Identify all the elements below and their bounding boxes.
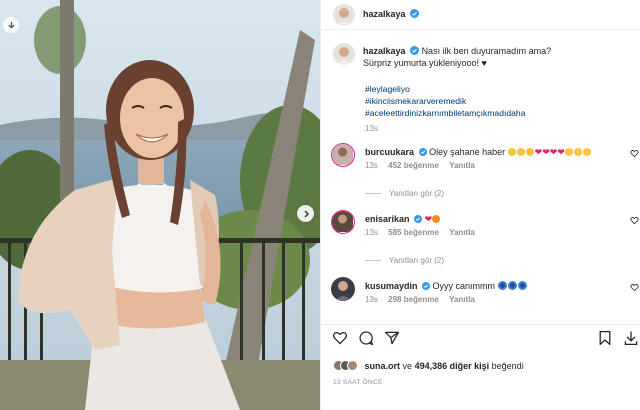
- view-replies-link[interactable]: Yanıtları gör (2): [365, 189, 444, 198]
- emoji-group: ❤❤❤❤: [507, 147, 592, 157]
- replies-divider: [365, 260, 381, 262]
- comment-item: enisarikan ❤ 13s 585 beğenme Yanıtla Yan…: [331, 210, 640, 270]
- reply-button[interactable]: Yanıtla: [449, 295, 475, 304]
- verified-badge-icon: [418, 148, 427, 156]
- comment-item: burcuukara Oley şahane haber ❤❤❤❤ 13s 45…: [331, 143, 640, 203]
- view-replies-label[interactable]: Yanıtları gör (2): [389, 256, 444, 265]
- author-name-header[interactable]: hazalkaya: [363, 9, 420, 19]
- download-button[interactable]: [3, 17, 19, 33]
- comment-likes[interactable]: 452 beğenme: [388, 161, 439, 170]
- reply-button[interactable]: Yanıtla: [449, 228, 475, 237]
- caption-line-2: Sürpriz yumurta yükleniyooo! ♥: [363, 58, 487, 68]
- smile-emoji-icon: [564, 148, 573, 156]
- post-timestamp[interactable]: 13 SAAT ÖNCE: [333, 379, 383, 386]
- first-liker[interactable]: suna.ort: [365, 361, 401, 371]
- liker-avatar[interactable]: [347, 360, 358, 371]
- comment-item: kusumaydin Oyyy canımmm 13s 298 beğenme …: [331, 277, 640, 311]
- comment-username[interactable]: enisarikan: [365, 214, 410, 224]
- comment-time[interactable]: 13s: [365, 228, 378, 237]
- hashtag-list: #leylageliyo #ikinciismekararveremedik #…: [365, 83, 526, 119]
- comment-meta: 13s 452 beğenme Yanıtla: [365, 161, 483, 170]
- comment-text: enisarikan ❤: [365, 214, 441, 225]
- caption-avatar[interactable]: [333, 43, 355, 65]
- comment-time[interactable]: 13s: [365, 161, 378, 170]
- caption-text: hazalkaya Nası ilk ben duyuramadım ama? …: [363, 45, 623, 69]
- comment-likes[interactable]: 298 beğenme: [388, 295, 439, 304]
- comment-text: kusumaydin Oyyy canımmm: [365, 281, 528, 291]
- view-replies-label[interactable]: Yanıtları gör (2): [389, 189, 444, 198]
- smile-emoji-icon: [573, 148, 582, 156]
- smile-emoji-icon: [582, 148, 591, 156]
- author-avatar[interactable]: [333, 4, 355, 26]
- hashtag-link[interactable]: #ikinciismekararveremedik: [365, 95, 526, 107]
- heart-emoji-icon: ❤: [542, 147, 550, 157]
- replies-divider: [365, 193, 381, 195]
- post-photo: [0, 0, 320, 410]
- post-details-panel: hazalkaya hazalkaya Nası ilk ben duyuram…: [320, 0, 640, 410]
- comment-icon[interactable]: [358, 330, 374, 346]
- comment-username[interactable]: burcuukara: [365, 147, 414, 157]
- comment-likes[interactable]: 585 beğenme: [388, 228, 439, 237]
- comment-body: Oyyy canımmm: [432, 281, 496, 291]
- chevron-right-icon: [304, 210, 309, 217]
- verified-badge-icon: [410, 9, 420, 18]
- comment-avatar[interactable]: [331, 277, 355, 301]
- hashtag-link[interactable]: #leylageliyo: [365, 83, 526, 95]
- download-icon: [7, 21, 15, 29]
- heart-icon[interactable]: [630, 216, 639, 225]
- smile-emoji-icon: [432, 215, 441, 223]
- nazar-emoji-icon: [507, 281, 517, 290]
- comment-avatar[interactable]: [331, 210, 355, 234]
- hashtag-link[interactable]: #aceleettirdinizkarnımbiletamçıkmadıdaha: [365, 107, 526, 119]
- comment-meta: 13s 298 beğenme Yanıtla: [365, 295, 483, 304]
- verified-badge-icon: [410, 46, 420, 55]
- comment-body: Oley şahane haber: [429, 147, 506, 157]
- comment-avatar[interactable]: [331, 143, 355, 167]
- heart-icon[interactable]: [630, 149, 639, 158]
- comment-meta: 13s 585 beğenme Yanıtla: [365, 228, 483, 237]
- share-icon[interactable]: [384, 330, 400, 346]
- likes-text: suna.ort ve 494,386 diğer kişi beğendi: [365, 361, 524, 371]
- verified-badge-icon: [414, 215, 423, 223]
- nazar-emoji-icon: [497, 281, 507, 290]
- clap-emoji-icon: [516, 148, 525, 156]
- likes-count[interactable]: 494,386 diğer kişi: [415, 361, 490, 371]
- clap-emoji-icon: [507, 148, 516, 156]
- comment-time[interactable]: 13s: [365, 295, 378, 304]
- comment-username[interactable]: kusumaydin: [365, 281, 418, 291]
- caption-timestamp[interactable]: 13s: [365, 124, 378, 133]
- comment-text: burcuukara Oley şahane haber ❤❤❤❤: [365, 147, 592, 158]
- likes-summary: suna.ort ve 494,386 diğer kişi beğendi: [333, 360, 524, 374]
- reply-button[interactable]: Yanıtla: [449, 161, 475, 170]
- caption-line-1: Nası ilk ben duyuramadım ama?: [421, 46, 552, 56]
- action-bar: [321, 330, 640, 352]
- likes-connector: ve: [402, 361, 413, 371]
- username[interactable]: hazalkaya: [363, 9, 406, 19]
- heart-icon[interactable]: [630, 283, 639, 292]
- caption-username[interactable]: hazalkaya: [363, 46, 406, 56]
- likes-suffix: beğendi: [491, 361, 524, 371]
- post-header: hazalkaya: [321, 0, 640, 30]
- bookmark-icon[interactable]: [598, 330, 612, 346]
- view-replies-link[interactable]: Yanıtları gör (2): [365, 256, 444, 265]
- post-image: [0, 0, 320, 410]
- verified-badge-icon: [422, 282, 431, 290]
- heart-emoji-icon: ❤: [424, 214, 433, 224]
- clap-emoji-icon: [525, 148, 534, 156]
- like-heart-icon[interactable]: [332, 330, 348, 346]
- save-download-icon[interactable]: [623, 330, 639, 346]
- nazar-emoji-icon: [517, 281, 527, 290]
- next-photo-button[interactable]: [297, 205, 314, 222]
- heart-emoji-icon: ❤: [557, 147, 565, 157]
- actions-divider: [321, 324, 640, 325]
